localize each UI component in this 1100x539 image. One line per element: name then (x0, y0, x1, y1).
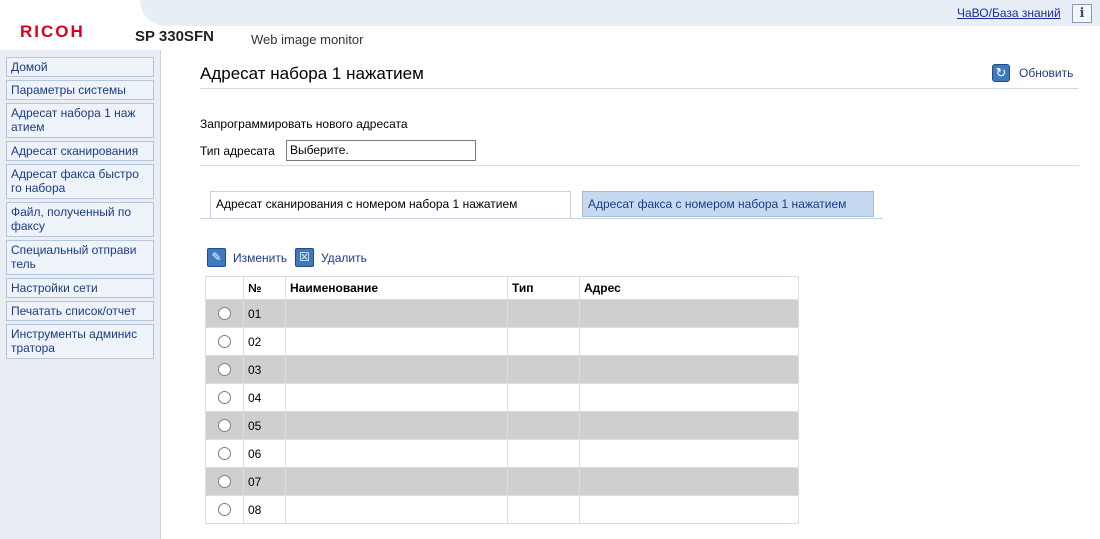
header-select (205, 276, 244, 300)
edit-label[interactable]: Изменить (233, 251, 287, 265)
row-number: 03 (243, 355, 286, 384)
divider (200, 88, 1079, 89)
trash-icon[interactable]: ☒ (295, 248, 314, 267)
row-number: 08 (243, 495, 286, 524)
row-type (507, 439, 580, 468)
row-radio[interactable] (218, 475, 231, 488)
table-row[interactable]: 08 (205, 495, 799, 524)
row-type (507, 299, 580, 328)
tab-fax-destination[interactable]: Адресат факса с номером набора 1 нажатие… (582, 191, 874, 217)
info-icon[interactable]: i (1072, 4, 1092, 23)
header-name: Наименование (285, 276, 508, 300)
row-radio[interactable] (218, 335, 231, 348)
destination-table: № Наименование Тип Адрес 01 02 03 04 05 … (205, 276, 799, 524)
sidebar-item-special-sender[interactable]: Специальный отправи тель (6, 240, 154, 275)
header-address: Адрес (579, 276, 799, 300)
row-name (285, 383, 508, 412)
refresh-icon[interactable]: ↻ (992, 64, 1010, 82)
row-address (579, 299, 799, 328)
header-band (140, 0, 1100, 26)
main-content: Адресат набора 1 нажатием ↻ Обновить Зап… (161, 50, 1100, 539)
table-row[interactable]: 07 (205, 467, 799, 496)
row-address (579, 467, 799, 496)
row-radio[interactable] (218, 419, 231, 432)
refresh-label[interactable]: Обновить (1019, 66, 1073, 80)
delete-label[interactable]: Удалить (321, 251, 367, 265)
table-row[interactable]: 02 (205, 327, 799, 356)
sidebar-item-home[interactable]: Домой (6, 57, 154, 77)
row-type (507, 383, 580, 412)
row-number: 02 (243, 327, 286, 356)
row-address (579, 355, 799, 384)
row-radio[interactable] (218, 363, 231, 376)
row-number: 07 (243, 467, 286, 496)
sidebar-item-received-fax-file[interactable]: Файл, полученный по факсу (6, 202, 154, 237)
table-row[interactable]: 06 (205, 439, 799, 468)
ricoh-logo: RICOH (20, 22, 85, 41)
edit-icon[interactable]: ✎ (207, 248, 226, 267)
divider (200, 165, 1079, 166)
sidebar: Домой Параметры системы Адресат набора 1… (0, 50, 161, 539)
header: RICOH SP 330SFN Web image monitor ЧаВО/Б… (0, 0, 1100, 50)
row-number: 05 (243, 411, 286, 440)
sidebar-item-fax-speed-dial[interactable]: Адресат факса быстро го набора (6, 164, 154, 199)
sidebar-item-print-list-report[interactable]: Печатать список/отчет (6, 301, 154, 321)
row-type (507, 355, 580, 384)
row-number: 04 (243, 383, 286, 412)
destination-type-label: Тип адресата (200, 144, 275, 158)
destination-type-select[interactable]: Выберите. (286, 140, 476, 161)
row-type (507, 327, 580, 356)
row-address (579, 439, 799, 468)
sidebar-item-scan-destination[interactable]: Адресат сканирования (6, 141, 154, 161)
row-name (285, 411, 508, 440)
page-title: Адресат набора 1 нажатием (200, 64, 424, 83)
table-row[interactable]: 05 (205, 411, 799, 440)
row-name (285, 327, 508, 356)
table-row[interactable]: 04 (205, 383, 799, 412)
row-address (579, 383, 799, 412)
tab-underline (200, 218, 883, 219)
row-address (579, 327, 799, 356)
row-radio[interactable] (218, 447, 231, 460)
row-name (285, 439, 508, 468)
row-name (285, 355, 508, 384)
row-address (579, 495, 799, 524)
destination-type-value: Выберите. (290, 143, 349, 157)
faq-link[interactable]: ЧаВО/База знаний (957, 6, 1061, 20)
row-radio[interactable] (218, 391, 231, 404)
sidebar-item-system-settings[interactable]: Параметры системы (6, 80, 154, 100)
table-header-row: № Наименование Тип Адрес (205, 276, 799, 300)
sidebar-item-admin-tools[interactable]: Инструменты админис тратора (6, 324, 154, 359)
row-name (285, 495, 508, 524)
row-name (285, 299, 508, 328)
row-type (507, 411, 580, 440)
table-row[interactable]: 03 (205, 355, 799, 384)
row-address (579, 411, 799, 440)
program-new-destination-label: Запрограммировать нового адресата (200, 117, 408, 131)
row-number: 01 (243, 299, 286, 328)
app-subtitle: Web image monitor (251, 32, 364, 47)
tab-scan-destination[interactable]: Адресат сканирования с номером набора 1 … (210, 191, 571, 219)
row-radio[interactable] (218, 307, 231, 320)
row-type (507, 467, 580, 496)
model-name: SP 330SFN (135, 28, 214, 45)
table-row[interactable]: 01 (205, 299, 799, 328)
row-type (507, 495, 580, 524)
header-type: Тип (507, 276, 580, 300)
row-name (285, 467, 508, 496)
row-number: 06 (243, 439, 286, 468)
sidebar-item-network-settings[interactable]: Настройки сети (6, 278, 154, 298)
header-number: № (243, 276, 286, 300)
sidebar-item-speed-dial-destination[interactable]: Адресат набора 1 наж атием (6, 103, 154, 138)
row-radio[interactable] (218, 503, 231, 516)
